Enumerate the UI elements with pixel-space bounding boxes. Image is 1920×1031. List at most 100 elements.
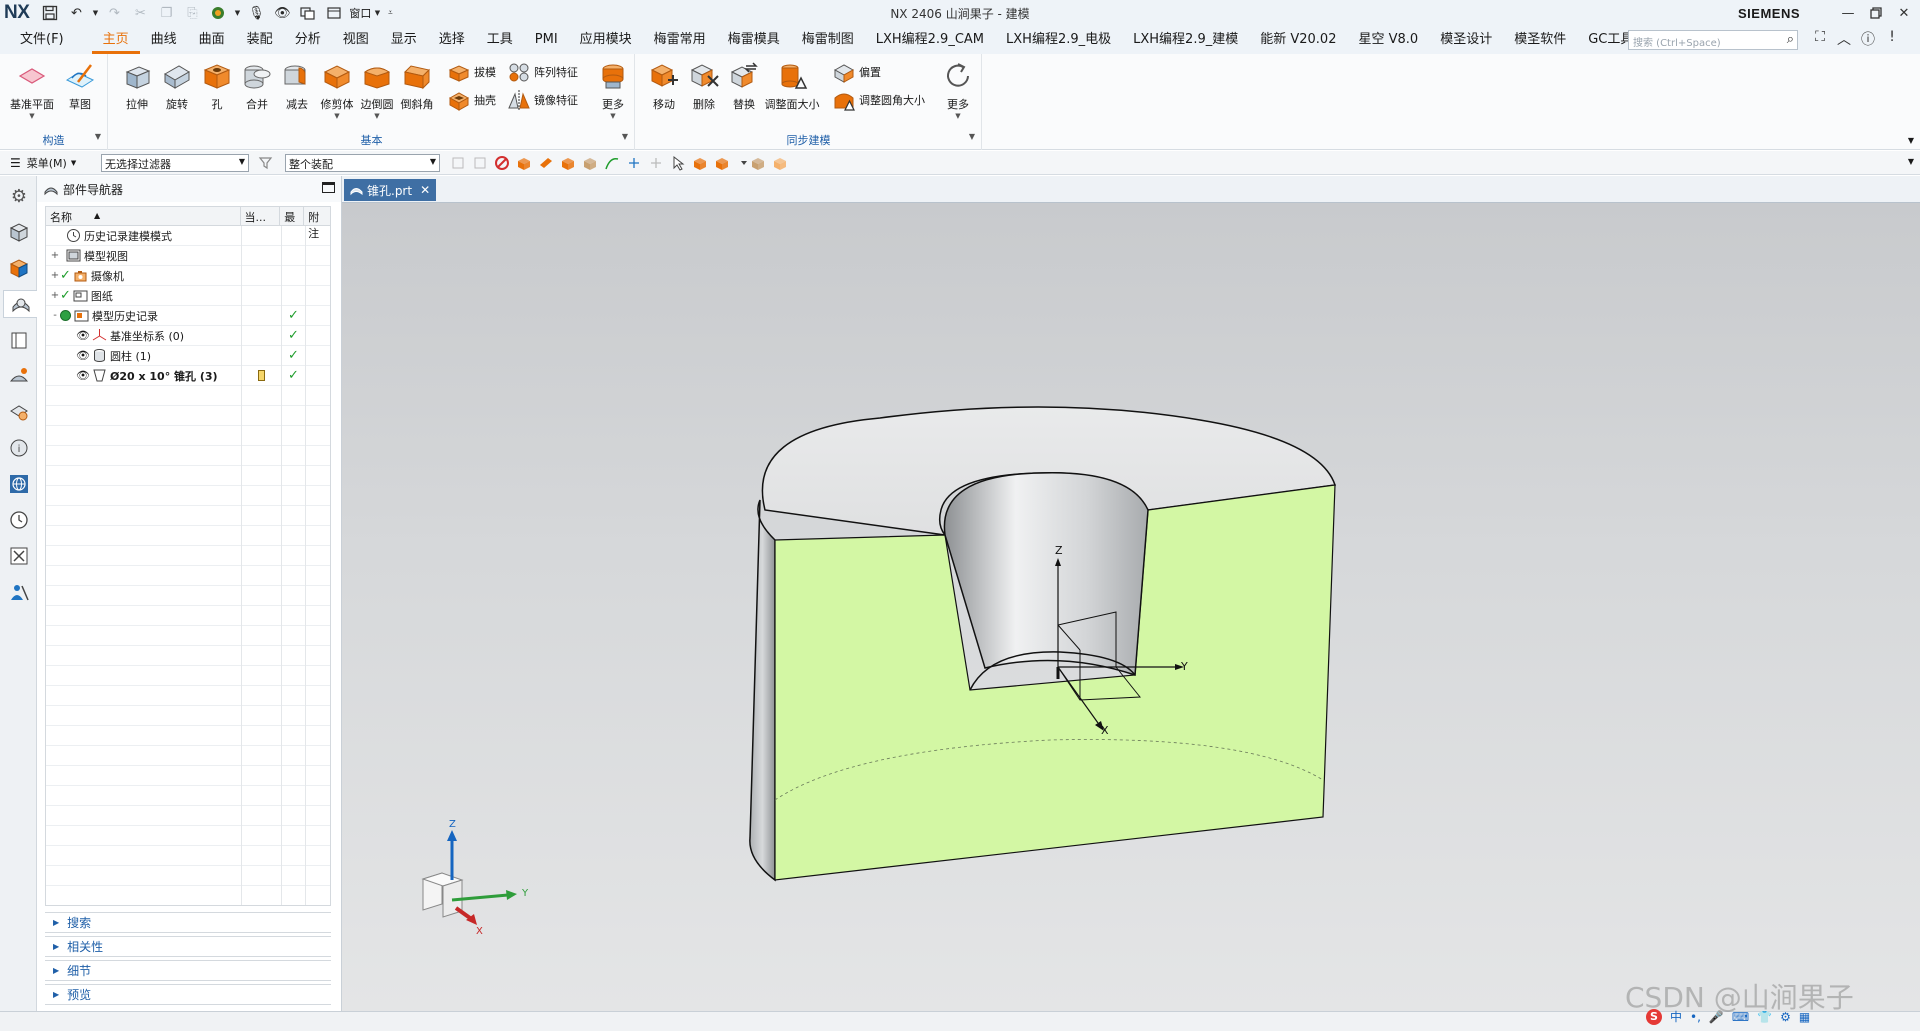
constraint-navigator-icon[interactable] xyxy=(5,254,33,282)
offset-face-button[interactable]: 偏置 xyxy=(832,58,881,86)
shell-button[interactable]: 抽壳 xyxy=(447,86,496,114)
search-icon[interactable]: ⌕ xyxy=(1787,32,1794,47)
edge-blend-button[interactable]: 边倒圆 ▼ xyxy=(357,60,397,120)
paste-icon[interactable]: ⎘ xyxy=(181,2,203,24)
tab-8[interactable]: 工具 xyxy=(476,26,524,54)
sync-group-dropdown-icon[interactable]: ▼ xyxy=(969,132,975,141)
command-search-input[interactable]: 搜索 (Ctrl+Space) ⌕ xyxy=(1628,30,1798,50)
pattern-feature-button[interactable]: 阵列特征 xyxy=(507,58,578,86)
move-face-button[interactable]: 移动 xyxy=(644,60,684,112)
navigator-section[interactable]: ▶ 细节 xyxy=(45,960,331,981)
ime-keyboard-icon[interactable]: ⌨ xyxy=(1732,1010,1749,1024)
tab-17[interactable]: 能新 V20.02 xyxy=(1249,26,1347,54)
tab-16[interactable]: LXH编程2.9_建模 xyxy=(1122,26,1249,54)
tab-18[interactable]: 星空 V8.0 xyxy=(1347,26,1429,54)
resize-blend-button[interactable]: 调整圆角大小 xyxy=(832,86,925,114)
window-menu-dropdown-icon[interactable]: ▼ xyxy=(373,2,381,24)
help-icon[interactable]: ⓘ xyxy=(1858,29,1878,49)
navigator-section[interactable]: ▶ 相关性 xyxy=(45,936,331,957)
tree-row[interactable]: + 模型视图 xyxy=(46,245,330,266)
tab-20[interactable]: 模圣软件 xyxy=(1503,26,1577,54)
undo-icon[interactable]: ↶ xyxy=(65,2,87,24)
feature-filter-icon[interactable] xyxy=(516,155,532,171)
maximize-panel-icon[interactable] xyxy=(322,182,335,193)
revolve-button[interactable]: 旋转 xyxy=(157,60,197,112)
delete-face-button[interactable]: 删除 xyxy=(684,60,724,112)
redo-icon[interactable]: ↷ xyxy=(103,2,125,24)
window-icon[interactable] xyxy=(297,2,319,24)
web-browser-icon[interactable] xyxy=(5,398,33,426)
dropdown-icon[interactable]: ▼ xyxy=(233,2,241,24)
ime-logo[interactable]: S xyxy=(1646,1008,1662,1025)
tab-6[interactable]: 显示 xyxy=(380,26,428,54)
menu-button[interactable]: ☰ 菜单(M) ▼ xyxy=(10,155,92,171)
customize-qat-icon[interactable]: ⩡ xyxy=(385,2,395,24)
selection-scope-select[interactable]: 整个装配 ▼ xyxy=(285,154,440,172)
tab-12[interactable]: 梅雷模具 xyxy=(717,26,791,54)
ribbon-options-icon[interactable]: ▼ xyxy=(1908,136,1914,145)
unite-button[interactable]: 合并 xyxy=(237,60,277,112)
add-filter-icon[interactable] xyxy=(714,155,730,171)
type-filter-select[interactable]: 无选择过滤器 ▼ xyxy=(101,154,249,172)
tree-row[interactable]: - 模型历史记录 ✓ xyxy=(46,305,330,326)
snap-icon[interactable] xyxy=(648,155,664,171)
more-sync-dropdown-icon[interactable]: ▼ xyxy=(955,112,960,120)
tree-row[interactable]: + ✓ 图纸 xyxy=(46,285,330,306)
notifications-icon[interactable]: ! xyxy=(1882,29,1902,45)
more-basic-button[interactable]: 更多 ▼ xyxy=(593,60,633,120)
tab-11[interactable]: 梅雷常用 xyxy=(643,26,717,54)
close-icon[interactable]: ✕ xyxy=(1890,0,1918,26)
graphics-window[interactable]: 锥孔.prt ✕ Z Y X Z Y X xyxy=(342,176,1920,1011)
column-header-name[interactable]: 名称 ▲ xyxy=(46,207,241,225)
tab-13[interactable]: 梅雷制图 xyxy=(791,26,865,54)
navigator-section[interactable]: ▶ 预览 xyxy=(45,984,331,1005)
view-triad[interactable] xyxy=(421,830,517,925)
undo-dropdown-icon[interactable]: ▼ xyxy=(91,2,99,24)
trim-body-dropdown-icon[interactable]: ▼ xyxy=(334,112,339,120)
ime-lang[interactable]: 中 xyxy=(1670,1008,1682,1025)
select-cursor-icon[interactable] xyxy=(670,155,686,171)
eye-icon[interactable]: 👁 xyxy=(76,369,90,382)
minimize-icon[interactable]: — xyxy=(1834,0,1862,26)
resize-face-button[interactable]: 调整面大小 xyxy=(764,60,820,112)
point-filter-icon[interactable] xyxy=(626,155,642,171)
tab-7[interactable]: 选择 xyxy=(428,26,476,54)
more-basic-dropdown-icon[interactable]: ▼ xyxy=(610,112,615,120)
file-menu[interactable]: 文件(F) xyxy=(0,26,92,54)
shaded-icon[interactable] xyxy=(772,155,788,171)
tab-9[interactable]: PMI xyxy=(524,26,569,54)
tree-row[interactable]: 👁 Ø20 x 10° 锥孔 (3) ✓ xyxy=(46,365,330,386)
replace-face-button[interactable]: 替换 xyxy=(724,60,764,112)
tab-15[interactable]: LXH编程2.9_电极 xyxy=(995,26,1122,54)
restore-icon[interactable] xyxy=(1862,0,1890,26)
expand-icon[interactable]: + xyxy=(50,250,60,261)
edge-blend-dropdown-icon[interactable]: ▼ xyxy=(374,112,379,120)
deselect-icon[interactable] xyxy=(472,155,488,171)
tab-0[interactable]: 主页 xyxy=(91,26,140,54)
ime-voice-icon[interactable]: 🎤 xyxy=(1709,1010,1724,1024)
wireframe-icon[interactable] xyxy=(750,155,766,171)
tab-1[interactable]: 曲线 xyxy=(140,26,188,54)
visibility-check-icon[interactable]: ✓ xyxy=(60,288,71,303)
tree-row[interactable]: 👁 圆柱 (1) ✓ xyxy=(46,345,330,366)
subtract-button[interactable]: 减去 xyxy=(277,60,317,112)
chamfer-button[interactable]: 倒斜角 xyxy=(397,60,437,112)
tab-14[interactable]: LXH编程2.9_CAM xyxy=(865,26,995,54)
trim-body-button[interactable]: 修剪体 ▼ xyxy=(317,60,357,120)
construct-group-dropdown-icon[interactable]: ▼ xyxy=(95,132,101,141)
reuse-library-icon[interactable] xyxy=(5,326,33,354)
hd3d-tools-icon[interactable] xyxy=(5,362,33,390)
note-icon[interactable] xyxy=(258,370,265,381)
tab-5[interactable]: 视图 xyxy=(332,26,380,54)
solid-filter-icon[interactable] xyxy=(582,155,598,171)
ime-tools-icon[interactable]: ⚙ xyxy=(1780,1010,1791,1024)
collapse-icon[interactable]: - xyxy=(50,310,60,321)
document-tab[interactable]: 锥孔.prt ✕ xyxy=(344,179,437,201)
show-hide-icon[interactable]: 👁 xyxy=(271,2,293,24)
navigator-section[interactable]: ▶ 搜索 xyxy=(45,912,331,933)
tab-4[interactable]: 分析 xyxy=(284,26,332,54)
tab-10[interactable]: 应用模块 xyxy=(569,26,643,54)
history-palette-icon[interactable]: i xyxy=(5,434,33,462)
curve-filter-icon[interactable] xyxy=(604,155,620,171)
assembly-navigator-icon[interactable] xyxy=(5,218,33,246)
